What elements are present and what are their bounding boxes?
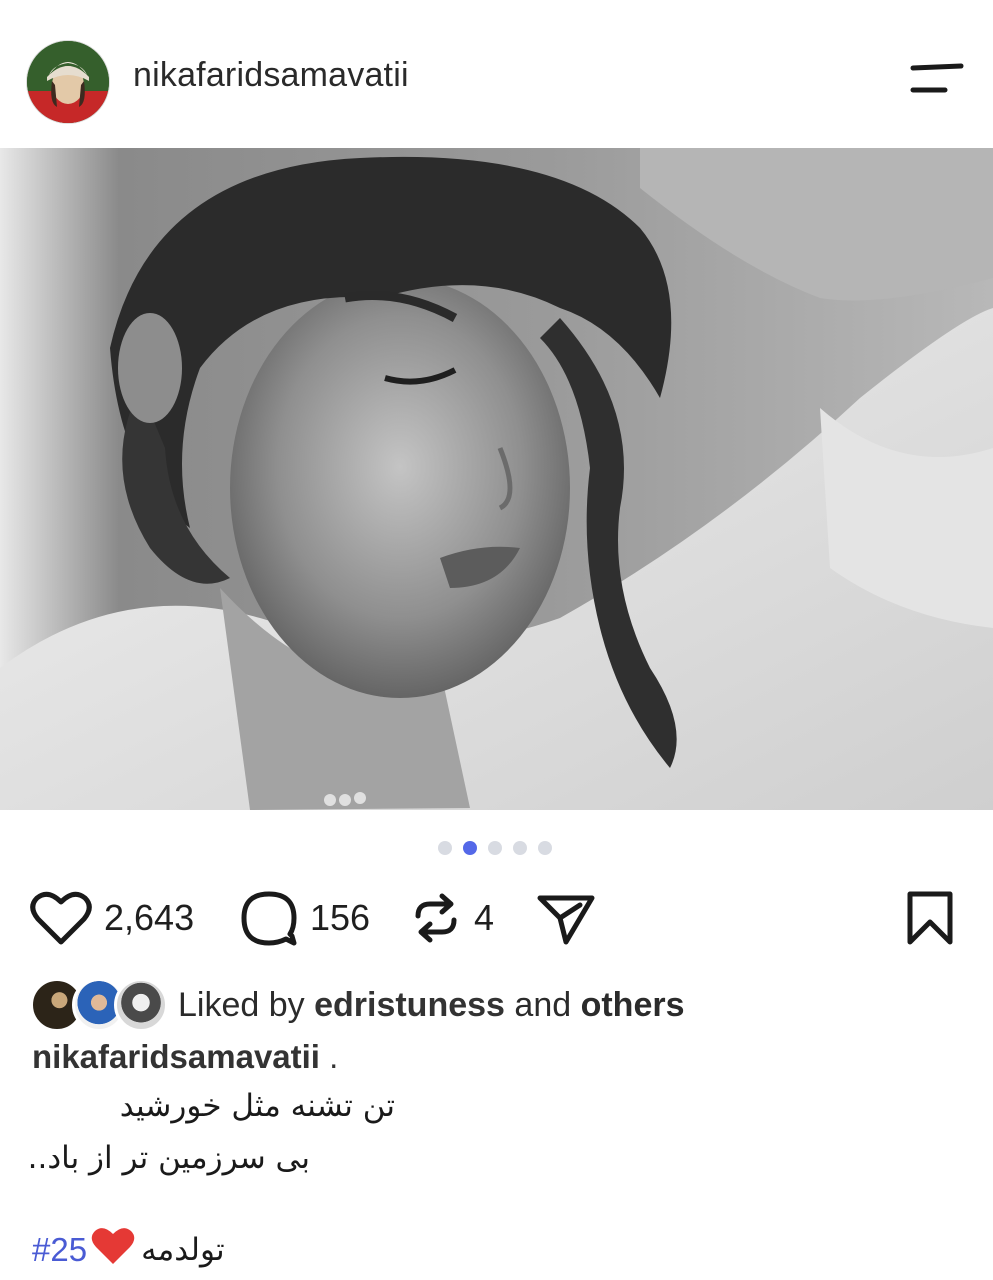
liked-by-prefix: Liked by xyxy=(178,985,305,1024)
caption-line-1: تن تشنه مثل خورشید xyxy=(119,1088,395,1124)
post-header: nikafaridsamavatii xyxy=(0,0,993,148)
liked-by-user[interactable]: edristuness xyxy=(314,986,505,1024)
send-icon[interactable] xyxy=(536,890,596,946)
repost-count: 4 xyxy=(474,897,495,938)
liked-by-others[interactable]: others xyxy=(581,986,685,1024)
comment-action[interactable]: 156 xyxy=(240,888,370,948)
caption-username-row: nikafaridsamavatii . xyxy=(32,1038,338,1076)
repost-action[interactable]: 4 xyxy=(410,888,494,948)
liked-by-conjunction: and xyxy=(514,985,572,1024)
caption-line-2: بی سرزمین تر از باد.. xyxy=(27,1140,310,1176)
repost-icon[interactable] xyxy=(410,890,462,946)
comment-count: 156 xyxy=(310,897,371,938)
save-action[interactable] xyxy=(904,888,956,948)
comment-icon[interactable] xyxy=(240,890,298,946)
liker-avatar-3 xyxy=(114,978,168,1032)
like-action[interactable]: 2,643 xyxy=(30,888,194,948)
header-username[interactable]: nikafaridsamavatii xyxy=(133,56,409,95)
portrait-image xyxy=(0,148,993,810)
post-photo[interactable] xyxy=(0,148,993,810)
liked-by-row[interactable]: Liked by edristuness and others xyxy=(30,978,685,1032)
hashtag-text: تولدمه xyxy=(141,1232,225,1268)
caption-suffix: . xyxy=(319,1038,339,1075)
red-heart-icon xyxy=(91,1226,135,1274)
carousel-dot[interactable] xyxy=(538,841,552,855)
bookmark-icon[interactable] xyxy=(904,888,956,948)
carousel-dot[interactable] xyxy=(513,841,527,855)
avatar-image xyxy=(27,41,109,123)
profile-avatar[interactable] xyxy=(26,40,110,124)
share-action[interactable] xyxy=(536,888,596,948)
like-count: 2,643 xyxy=(104,897,195,938)
menu-icon xyxy=(910,63,964,93)
heart-icon[interactable] xyxy=(30,890,92,946)
carousel-dot[interactable] xyxy=(438,841,452,855)
hashtag-link[interactable]: #25 xyxy=(32,1231,87,1269)
caption-username[interactable]: nikafaridsamavatii xyxy=(32,1038,320,1075)
carousel-indicator xyxy=(438,841,552,855)
caption-hashtag-row: #25 تولدمه xyxy=(32,1226,225,1274)
carousel-dot[interactable] xyxy=(488,841,502,855)
carousel-dot[interactable] xyxy=(463,841,477,855)
liked-by-text: Liked by edristuness and others xyxy=(178,986,685,1025)
menu-button[interactable] xyxy=(905,60,965,100)
